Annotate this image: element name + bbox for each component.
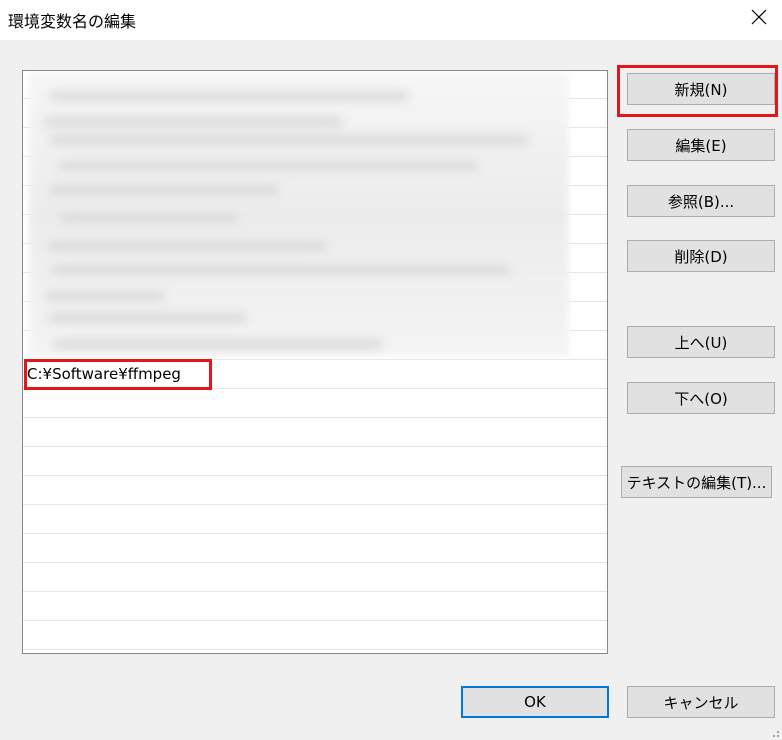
redacted-line (47, 313, 247, 323)
path-list-item[interactable] (23, 476, 607, 505)
path-list-item-text: C:¥Software¥ffmpeg (27, 365, 181, 383)
path-list-item[interactable] (23, 563, 607, 592)
path-list-item[interactable] (23, 389, 607, 418)
path-list-item[interactable] (23, 505, 607, 534)
redacted-line (51, 265, 511, 275)
path-list-item[interactable] (23, 418, 607, 447)
redacted-line (49, 91, 409, 101)
resize-grip-icon[interactable] (768, 726, 780, 738)
path-list-item[interactable] (23, 592, 607, 621)
redacted-line (49, 185, 279, 195)
close-icon (751, 9, 767, 25)
redacted-line (43, 117, 343, 127)
edit-text-button[interactable]: テキストの編集(T)... (621, 466, 772, 498)
redacted-line (45, 291, 165, 301)
redacted-line (59, 161, 479, 171)
edit-environment-variable-dialog: 環境変数名の編集 C:¥Software¥ffmpeg 新規(N) 編集(E) … (0, 0, 782, 740)
window-title: 環境変数名の編集 (8, 12, 137, 31)
ok-button[interactable]: OK (461, 686, 609, 718)
move-down-button[interactable]: 下へ(O) (627, 382, 775, 414)
browse-button[interactable]: 参照(B)... (627, 185, 775, 217)
redacted-line (59, 213, 239, 223)
path-list[interactable]: C:¥Software¥ffmpeg (22, 70, 608, 654)
move-up-button[interactable]: 上へ(U) (627, 326, 775, 358)
delete-button[interactable]: 削除(D) (627, 240, 775, 272)
title-bar: 環境変数名の編集 (0, 0, 782, 40)
path-list-item[interactable] (23, 621, 607, 650)
cancel-button[interactable]: キャンセル (627, 686, 775, 718)
path-list-item[interactable]: C:¥Software¥ffmpeg (23, 360, 607, 389)
path-list-item[interactable] (23, 534, 607, 563)
redacted-line (49, 135, 529, 145)
redacted-region (29, 73, 569, 357)
edit-button[interactable]: 編集(E) (627, 129, 775, 161)
redacted-line (47, 241, 327, 251)
close-button[interactable] (736, 0, 782, 34)
redacted-line (53, 339, 383, 349)
path-list-item[interactable] (23, 447, 607, 476)
new-button[interactable]: 新規(N) (627, 73, 775, 105)
